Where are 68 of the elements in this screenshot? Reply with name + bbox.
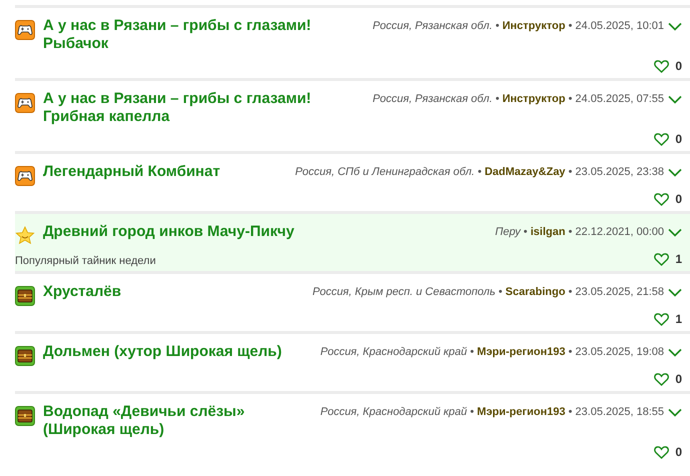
- likes-count: 1: [675, 251, 682, 268]
- author-link[interactable]: Мэри-регион193: [477, 406, 566, 418]
- date-text: 24.05.2025, 10:01: [575, 20, 664, 32]
- likes-count: 0: [675, 371, 682, 388]
- date-text: 24.05.2025, 07:55: [575, 93, 664, 105]
- cache-title-link[interactable]: Водопад «Девичьи слёзы» (Широкая щель): [43, 403, 308, 439]
- region-text: Россия, Рязанская обл.: [372, 93, 492, 105]
- author-link[interactable]: Инструктор: [502, 93, 566, 105]
- separator-dot: •: [470, 406, 474, 418]
- cache-title-link[interactable]: Хрусталёв: [43, 283, 122, 301]
- separator-dot: •: [524, 226, 528, 238]
- date-text: 23.05.2025, 18:55: [575, 406, 664, 418]
- treasure-chest-icon: [15, 406, 35, 426]
- cache-title-link[interactable]: Дольмен (хутор Широкая щель): [43, 343, 282, 361]
- treasure-chest-icon: [15, 346, 35, 366]
- separator-dot: •: [498, 286, 502, 298]
- chevron-down-icon[interactable]: [668, 348, 682, 357]
- author-link[interactable]: DadMazay&Zay: [484, 166, 566, 178]
- likes-count: 0: [675, 131, 682, 148]
- region-text: Россия, Краснодарский край: [320, 406, 468, 418]
- region-text: Россия, Краснодарский край: [320, 346, 468, 358]
- heart-icon[interactable]: [654, 60, 670, 72]
- date-text: 22.12.2021, 00:00: [575, 226, 664, 238]
- chevron-down-icon[interactable]: [668, 408, 682, 417]
- note-text: Популярный тайник недели: [15, 254, 156, 268]
- chevron-down-icon[interactable]: [668, 288, 682, 297]
- chevron-down-icon[interactable]: [668, 168, 682, 177]
- treasure-chest-icon: [15, 286, 35, 306]
- separator-dot: •: [568, 226, 572, 238]
- likes-count: 0: [675, 58, 682, 75]
- heart-icon[interactable]: [654, 252, 670, 266]
- separator-dot: •: [470, 346, 474, 358]
- smiling-star-icon: [15, 226, 35, 246]
- cache-title-link[interactable]: Древний город инков Мачу-Пикчу: [43, 223, 294, 241]
- author-link[interactable]: Мэри-регион193: [477, 346, 566, 358]
- separator-dot: •: [495, 20, 500, 32]
- region-text: Россия, Крым респ. и Севастополь: [312, 286, 496, 298]
- heart-icon[interactable]: [654, 132, 670, 146]
- chevron-down-icon[interactable]: [668, 228, 682, 237]
- chevron-down-icon[interactable]: [668, 22, 682, 31]
- author-link[interactable]: Инструктор: [502, 20, 566, 32]
- author-link[interactable]: isilgan: [530, 226, 566, 238]
- separator-dot: •: [568, 166, 572, 178]
- heart-icon[interactable]: [654, 372, 670, 386]
- cache-title-link[interactable]: А у нас в Рязани – грибы с глазами! Грибная капелла: [43, 90, 361, 126]
- region-text: Россия, СПб и Ленинградская обл.: [295, 166, 475, 178]
- author-link[interactable]: Scarabingo: [505, 286, 566, 298]
- separator-dot: •: [478, 166, 482, 178]
- likes-count: 0: [675, 444, 682, 461]
- separator-dot: •: [495, 93, 500, 105]
- date-text: 23.05.2025, 21:58: [575, 286, 664, 298]
- separator-dot: •: [568, 93, 572, 105]
- region-text: Перу: [495, 226, 520, 238]
- heart-icon[interactable]: [654, 192, 670, 206]
- separator-dot: •: [568, 20, 572, 32]
- region-text: Россия, Рязанская обл.: [372, 20, 492, 32]
- chevron-down-icon[interactable]: [668, 94, 682, 104]
- date-text: 23.05.2025, 19:08: [575, 346, 664, 358]
- likes-count: 0: [675, 191, 682, 208]
- likes-count: 1: [675, 311, 682, 328]
- separator-dot: •: [568, 406, 572, 418]
- cache-title-link[interactable]: А у нас в Рязани – грибы с глазами! Рыбачок: [43, 17, 361, 53]
- heart-icon[interactable]: [654, 446, 670, 458]
- date-text: 23.05.2025, 23:38: [575, 166, 664, 178]
- heart-icon[interactable]: [654, 312, 670, 326]
- cache-title-link[interactable]: Легендарный Комбинат: [43, 163, 220, 181]
- separator-dot: •: [568, 346, 572, 358]
- separator-dot: •: [568, 286, 572, 298]
